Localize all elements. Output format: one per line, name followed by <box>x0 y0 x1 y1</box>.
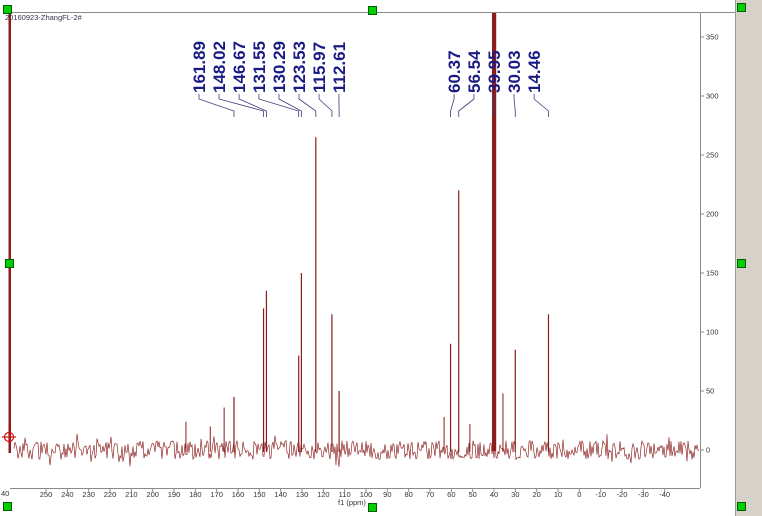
selection-handle-top-left[interactable] <box>3 5 12 14</box>
reference-marker-icon[interactable] <box>2 430 16 444</box>
peak-leader-line <box>533 94 549 117</box>
nmr-app-canvas: 250 240 230 220 210 200 190 180 170 160 150 140 130 1… <box>0 0 762 516</box>
peak-leader-line <box>198 94 235 117</box>
y-tick-label: 150 <box>706 269 719 278</box>
y-tick-label: 300 <box>706 92 719 101</box>
x-axis-label: f1 (ppm) <box>338 498 366 507</box>
x-tick-label: 80 <box>404 490 412 499</box>
x-tick-label: 200 <box>146 490 159 499</box>
y-tick-label: 50 <box>706 387 714 396</box>
x-tick-label: 230 <box>82 490 95 499</box>
x-tick-label: 50 <box>468 490 476 499</box>
x-tick-label: 90 <box>383 490 391 499</box>
peak-leader-line <box>318 94 333 117</box>
selection-handle-bottom-right[interactable] <box>737 502 746 511</box>
y-tick-label: 0 <box>706 446 710 455</box>
x-tick-label: 20 <box>532 490 540 499</box>
x-tick-label: 30 <box>511 490 519 499</box>
x-tick-label: 140 <box>274 490 287 499</box>
selection-handle-mid-right[interactable] <box>737 259 746 268</box>
x-tick-label: 180 <box>189 490 202 499</box>
x-axis-edge-tick-label: 40 <box>1 489 10 498</box>
spectrum-plot[interactable]: 250 240 230 220 210 200 190 180 170 160 150 140 130 1… <box>0 0 762 516</box>
y-tick-label: 200 <box>706 210 719 219</box>
y-tick-label: 350 <box>706 33 719 42</box>
peak-leader-line <box>218 94 264 117</box>
peak-leader-line <box>513 94 516 117</box>
x-tick-label: 210 <box>125 490 138 499</box>
x-tick-label: 240 <box>61 490 74 499</box>
x-tick-label: 220 <box>104 490 117 499</box>
x-tick-label: 40 <box>490 490 498 499</box>
selection-handle-top-right[interactable] <box>737 3 746 12</box>
noise-trace <box>13 433 700 467</box>
selection-handle-top-center[interactable] <box>368 6 377 15</box>
x-tick-label: 130 <box>296 490 309 499</box>
y-tick-label: 100 <box>706 328 719 337</box>
x-tick-label: 60 <box>447 490 455 499</box>
peak-leader-line <box>450 94 455 117</box>
x-tick-label: 160 <box>232 490 245 499</box>
x-tick-label: 150 <box>253 490 266 499</box>
selection-handle-bottom-center[interactable] <box>368 503 377 512</box>
spectrum-title[interactable]: 20160923-ZhangFL-2# <box>5 13 82 22</box>
x-tick-label: 0 <box>577 490 581 499</box>
selection-handle-bottom-left[interactable] <box>3 502 12 511</box>
x-tick-label: -10 <box>595 490 606 499</box>
left-cutoff-line <box>8 13 11 453</box>
x-tick-label: 250 <box>40 490 53 499</box>
peak-leader-line <box>278 94 302 117</box>
x-tick-label: 170 <box>210 490 223 499</box>
x-tick-label: -20 <box>617 490 628 499</box>
peak-leader-line <box>458 94 475 117</box>
x-tick-label: 190 <box>168 490 181 499</box>
x-tick-label: 10 <box>554 490 562 499</box>
solvent-peak-line <box>492 13 497 451</box>
x-tick-label: 120 <box>317 490 330 499</box>
selection-handle-mid-left[interactable] <box>5 259 14 268</box>
x-tick-label: -30 <box>638 490 649 499</box>
x-tick-label: 70 <box>426 490 434 499</box>
y-tick-label: 250 <box>706 151 719 160</box>
x-tick-label: -40 <box>659 490 670 499</box>
